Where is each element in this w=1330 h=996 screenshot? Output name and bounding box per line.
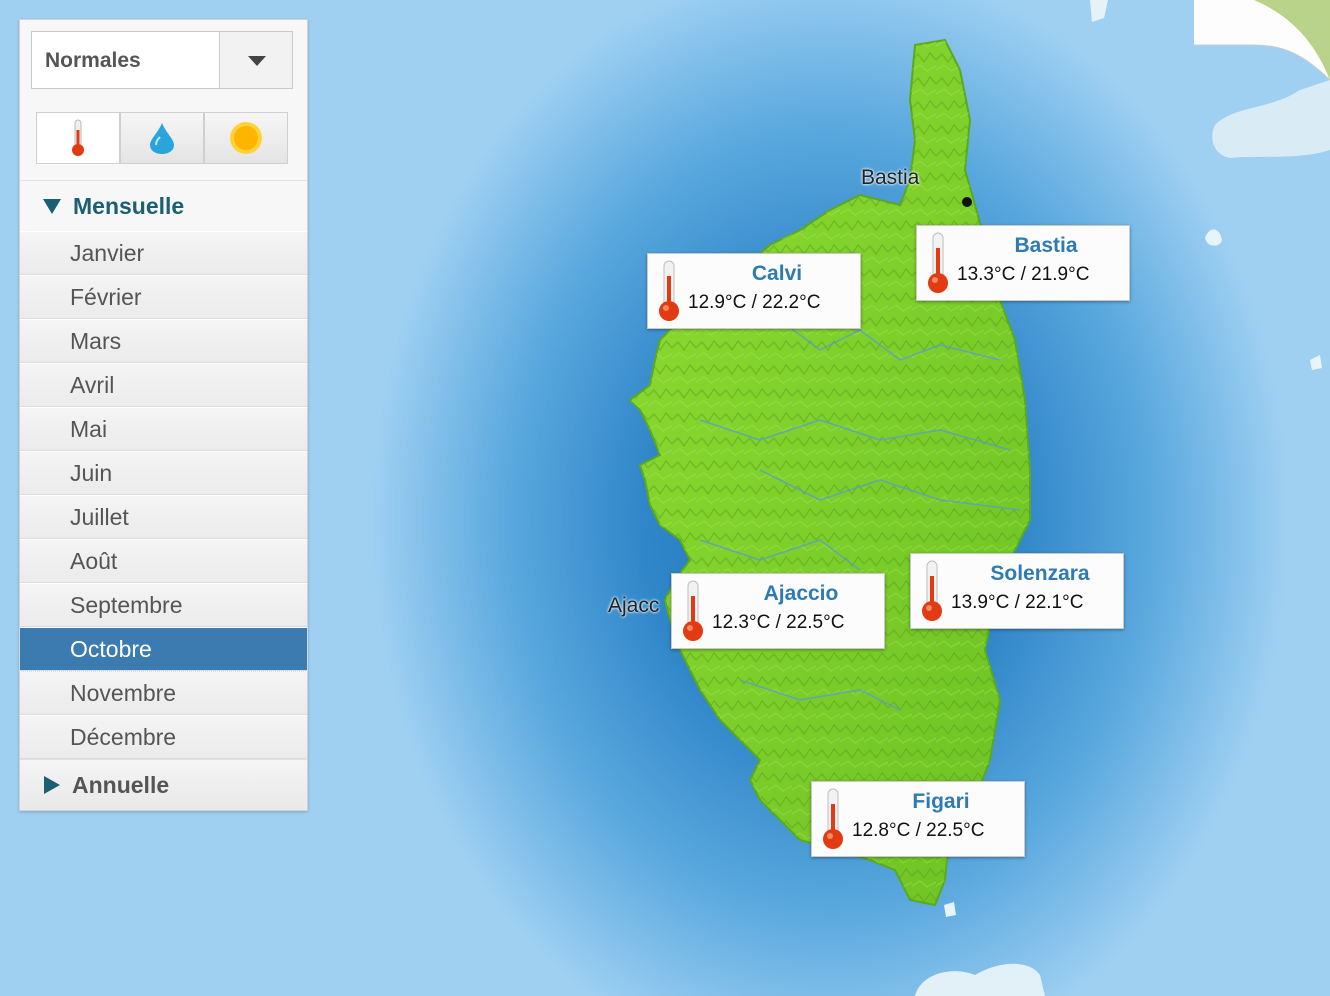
section-annual[interactable]: Annuelle — [20, 759, 307, 810]
month-item-novembre[interactable]: Novembre — [20, 671, 307, 715]
station-figari[interactable]: Figari 12.8°C / 22.5°C — [811, 781, 1025, 857]
station-solenzara[interactable]: Solenzara 13.9°C / 22.1°C — [910, 553, 1124, 629]
month-item-octobre[interactable]: Octobre — [19, 626, 308, 672]
select-value: Normales — [45, 49, 141, 72]
triangle-right-icon — [44, 776, 60, 794]
month-item-decembre[interactable]: Décembre — [20, 715, 307, 759]
month-item-aout[interactable]: Août — [20, 539, 307, 583]
bastia-marker — [962, 197, 972, 207]
month-item-mai[interactable]: Mai — [20, 407, 307, 451]
islet — [1205, 229, 1222, 246]
precipitation-button[interactable] — [120, 112, 204, 164]
chevron-down-icon — [248, 56, 266, 66]
month-item-juillet[interactable]: Juillet — [20, 495, 307, 539]
station-name: Bastia — [1014, 234, 1078, 257]
station-temperatures: 13.3°C / 21.9°C — [957, 264, 1090, 285]
station-temperatures: 12.8°C / 22.5°C — [852, 820, 985, 841]
sardinia-coast — [915, 963, 1045, 996]
station-name: Figari — [912, 790, 970, 813]
section-monthly-label: Mensuelle — [73, 192, 185, 219]
month-item-fevrier[interactable]: Février — [20, 275, 307, 319]
month-item-septembre[interactable]: Septembre — [20, 583, 307, 627]
islet — [944, 902, 956, 917]
data-type-select[interactable]: Normales — [31, 31, 293, 89]
island-east — [1212, 80, 1330, 158]
section-monthly[interactable]: Mensuelle — [20, 180, 307, 231]
month-item-mars[interactable]: Mars — [20, 319, 307, 363]
page-curl-icon[interactable] — [1194, 0, 1330, 80]
station-temperatures: 12.3°C / 22.5°C — [712, 612, 845, 633]
station-ajaccio[interactable]: Ajaccio 12.3°C / 22.5°C — [671, 573, 885, 649]
water-drop-icon — [150, 123, 174, 154]
month-item-janvier[interactable]: Janvier — [20, 231, 307, 275]
section-annual-label: Annuelle — [72, 771, 170, 798]
islet — [1310, 355, 1322, 370]
station-temperatures: 13.9°C / 22.1°C — [951, 592, 1084, 613]
month-item-avril[interactable]: Avril — [20, 363, 307, 407]
month-list: Janvier Février Mars Avril Mai Juin Juillet Aoû… — [19, 231, 308, 759]
station-name: Solenzara — [990, 562, 1090, 585]
month-item-juin[interactable]: Juin — [20, 451, 307, 495]
station-temperatures: 12.9°C / 22.2°C — [688, 292, 821, 313]
map-label-bastia: Bastia — [861, 166, 920, 189]
station-calvi[interactable]: Calvi 12.9°C / 22.2°C — [647, 253, 861, 329]
sun-icon — [230, 122, 262, 154]
thermometer-icon — [72, 119, 84, 156]
left-panel: Normales Mensuelle Janvier Février Mars … — [19, 19, 308, 811]
station-name: Ajaccio — [763, 582, 839, 605]
temperature-button[interactable] — [36, 112, 120, 164]
triangle-down-icon — [43, 198, 61, 214]
parameter-buttons — [36, 112, 288, 164]
island-north — [1090, 0, 1108, 22]
station-bastia[interactable]: Bastia 13.3°C / 21.9°C — [916, 225, 1130, 301]
map-label-ajaccio: Ajacc — [608, 594, 660, 617]
station-name: Calvi — [751, 262, 803, 285]
sunshine-button[interactable] — [204, 112, 288, 164]
select-dropdown-button[interactable] — [219, 32, 292, 88]
